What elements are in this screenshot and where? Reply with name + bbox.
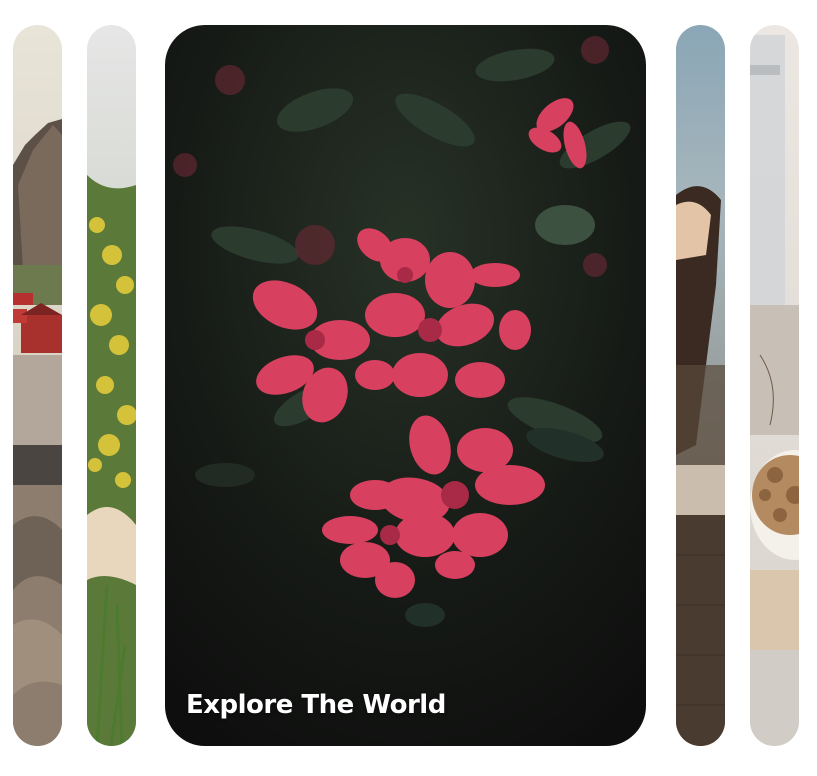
mountain-village-image <box>13 25 62 746</box>
red-azalea-image <box>165 25 646 746</box>
yellow-flowers-image <box>87 25 136 746</box>
pastry-table-image <box>750 25 799 746</box>
carousel-panel-mountain-village[interactable] <box>13 25 62 746</box>
carousel-panel-red-azalea[interactable]: Explore The World <box>165 25 646 746</box>
panel-caption: Explore The World <box>186 690 446 720</box>
carousel-panel-woman-window[interactable] <box>676 25 725 746</box>
carousel-panel-yellow-flowers[interactable] <box>87 25 136 746</box>
carousel-panel-pastry-table[interactable] <box>750 25 799 746</box>
woman-window-image <box>676 25 725 746</box>
